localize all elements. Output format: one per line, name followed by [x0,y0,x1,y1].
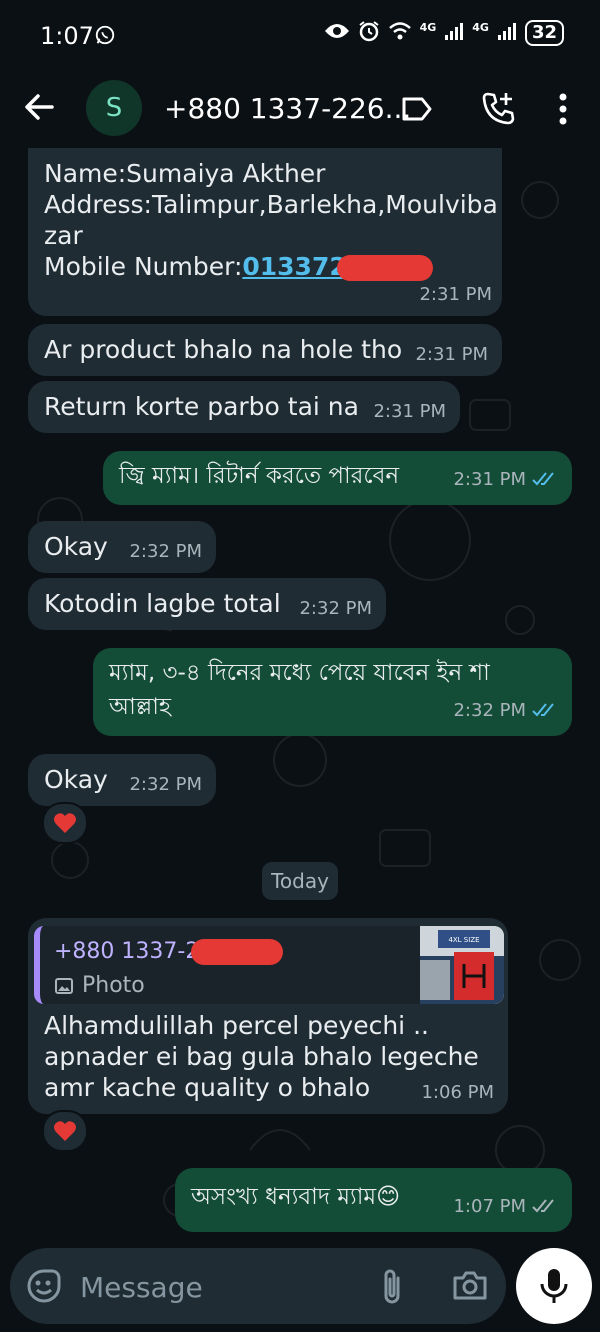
message-text: জ্বি ম্যাম। রিটার্ন করতে পারবেন [119,463,400,489]
status-time: 1:07 [40,22,94,50]
message-time: 1:07 PM [453,1196,526,1217]
quoted-message[interactable]: +880 1337-2 Photo 4XL SIZE [34,926,504,1004]
message-outgoing[interactable]: জ্বি ম্যাম। রিটার্ন করতে পারবেন 2:31 PM [103,451,572,505]
delivered-receipt-icon [532,1193,558,1224]
phone-link[interactable]: 013372 [242,252,346,281]
network-type-2: 4G [472,20,489,34]
message-time-status: 1:07 PM [453,1191,558,1224]
message-line: zar [44,221,83,250]
message-address[interactable]: Name:Sumaiya Akther Address:Talimpur,Bar… [28,148,502,316]
message-time: 2:31 PM [419,284,492,305]
read-receipt-icon [532,697,558,728]
emoji-sticker-icon[interactable] [26,1268,62,1308]
message-input[interactable] [78,1266,362,1308]
voice-message-button[interactable] [516,1248,592,1324]
wifi-icon [388,21,412,45]
avatar[interactable]: S [86,80,142,136]
quoted-photo-thumbnail: 4XL SIZE [420,926,504,1004]
message-incoming[interactable]: Kotodin lagbe total 2:32 PM [28,578,386,630]
message-incoming[interactable]: Ar product bhalo na hole tho 2:31 PM [28,324,502,376]
camera-icon[interactable] [452,1268,488,1306]
message-text: Kotodin lagbe total [44,589,281,618]
quoted-type-label: Photo [82,973,145,998]
thumbnail-text: 4XL SIZE [448,936,479,944]
message-incoming[interactable]: Okay 2:32 PM [28,521,216,573]
message-time: 2:32 PM [129,541,202,562]
quoted-sender-number: +880 1337-2 [54,939,200,964]
signal-icon-2 [497,21,517,45]
message-line: ম্যাম, ৩-৪ দিনের মধ্যে পেয়ে যাবেন ইন শা [109,660,490,686]
more-options-icon[interactable] [556,92,570,130]
message-time: 2:32 PM [299,598,372,619]
message-time-status: 2:32 PM [453,695,558,728]
message-line: apnader ei bag gula bhalo legeche [44,1042,479,1071]
message-line: Mobile Number:013372 [44,251,494,282]
label-icon[interactable] [400,94,434,128]
alarm-icon [358,20,380,46]
message-text: Return korte parbo tai na [44,392,359,421]
chat-header: S +880 1337-226... [0,72,600,148]
heart-reaction[interactable] [42,802,88,844]
read-receipt-icon [532,466,558,497]
signal-icon-1 [444,21,464,45]
message-text: Ar product bhalo na hole tho [44,335,403,364]
message-time: 2:31 PM [373,401,446,422]
contact-title[interactable]: +880 1337-226... [164,92,411,125]
message-time-status: 2:31 PM [453,464,558,497]
redaction-mark [336,255,433,281]
status-bar: 1:07 4G 4G 32 [0,0,600,72]
message-line: আল্লাহ [109,694,171,720]
attach-icon[interactable] [378,1266,406,1310]
date-separator: Today [262,862,338,900]
microphone-icon [540,1269,568,1303]
message-outgoing[interactable]: ম্যাম, ৩-৪ দিনের মধ্যে পেয়ে যাবেন ইন শা… [93,648,572,736]
heart-icon [54,1121,76,1141]
quoted-type: Photo [54,970,145,1001]
back-arrow-icon[interactable] [22,90,56,128]
add-call-icon[interactable] [480,90,516,130]
message-line: Address:Talimpur,Barlekha,Moulviba [44,190,498,219]
network-type-1: 4G [419,20,437,34]
mobile-label: Mobile Number: [44,252,243,281]
photo-icon [55,977,73,994]
message-incoming[interactable]: Okay 2:32 PM [28,754,216,806]
message-time: 2:32 PM [453,700,526,721]
eye-icon [324,21,350,45]
message-incoming[interactable]: Return korte parbo tai na 2:31 PM [28,381,460,433]
message-outgoing[interactable]: অসংখ্য ধন্যবাদ ম্যাম😊 1:07 PM [175,1168,572,1232]
message-composer [10,1248,506,1324]
redaction-mark [191,939,284,965]
quoted-sender: +880 1337-2 [54,936,284,967]
heart-reaction[interactable] [42,1110,88,1152]
message-text: Okay [44,765,108,794]
message-time: 2:32 PM [129,774,202,795]
battery-indicator: 32 [524,20,564,46]
whatsapp-notification-icon [94,24,116,50]
message-time: 2:31 PM [415,344,488,365]
message-time: 2:31 PM [453,469,526,490]
message-line: Alhamdulillah percel peyechi .. [44,1011,429,1040]
message-text: Okay [44,532,108,561]
message-line: Name:Sumaiya Akther [44,159,326,188]
message-text: অসংখ্য ধন্যবাদ ম্যাম😊 [191,1184,401,1210]
message-time: 1:06 PM [421,1082,494,1103]
message-line: amr kache quality o bhalo [44,1073,371,1102]
message-incoming-reply[interactable]: +880 1337-2 Photo 4XL SIZE Alhamdulillah… [28,918,508,1114]
heart-icon [54,813,76,833]
